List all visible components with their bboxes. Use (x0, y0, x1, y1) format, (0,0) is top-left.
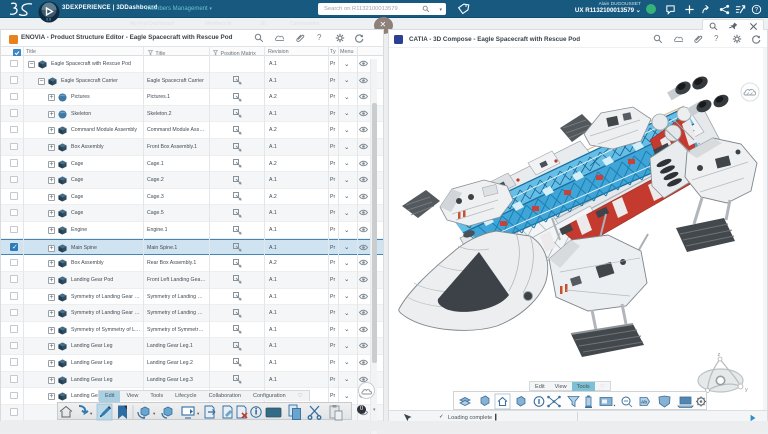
svg-text:Ab: Ab (641, 400, 647, 405)
svg-text:?: ? (755, 6, 759, 13)
svg-text:▾: ▾ (90, 411, 93, 416)
svg-text:z: z (718, 352, 721, 358)
svg-text:6.8: 6.8 (46, 18, 51, 22)
svg-text:▾: ▾ (153, 411, 156, 416)
svg-text:▾: ▾ (197, 411, 200, 416)
svg-text:y: y (745, 387, 748, 393)
